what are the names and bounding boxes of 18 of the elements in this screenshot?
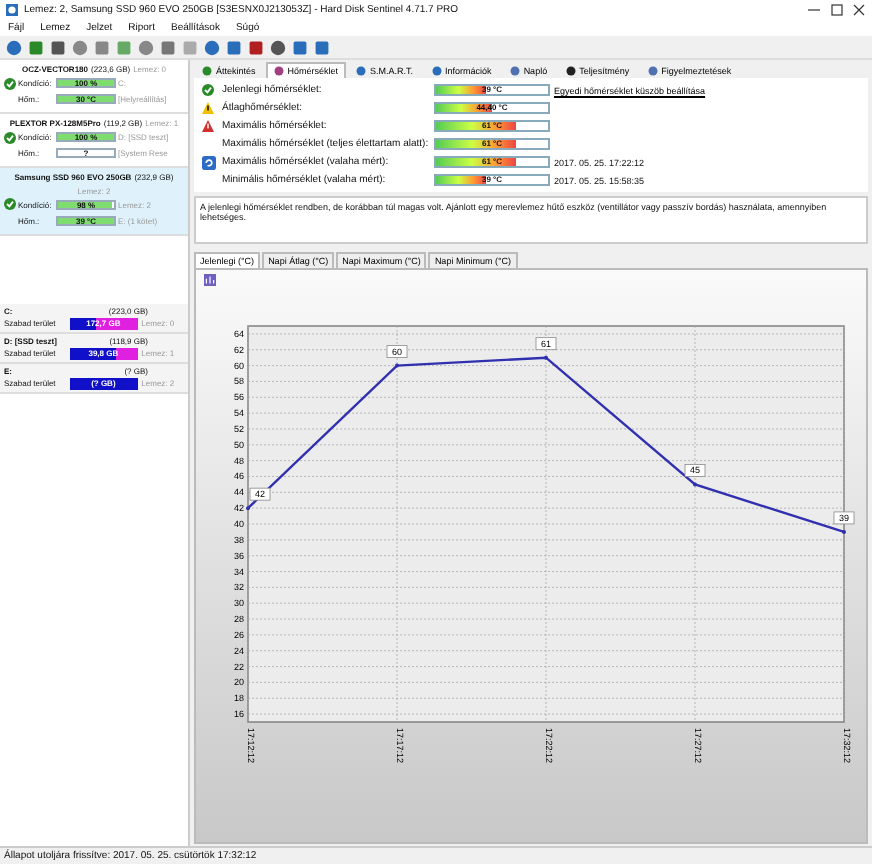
alert-icon [202,120,214,132]
check-icon [4,198,16,210]
minimize-icon[interactable] [806,4,822,16]
check-icon [4,131,16,143]
circle-icon [509,66,520,76]
circle-icon [356,66,367,76]
check-icon [202,84,214,96]
chart-options-icon[interactable] [204,274,216,286]
circle-icon [431,66,442,76]
maximize-icon[interactable] [828,4,844,16]
circle-icon [565,66,576,76]
warning-icon [202,102,214,114]
circle-icon [273,66,284,76]
circle-icon [647,66,658,76]
circle-icon [202,66,212,76]
refresh-icon[interactable] [202,155,216,169]
close-icon[interactable] [850,4,866,16]
check-icon [4,77,16,89]
